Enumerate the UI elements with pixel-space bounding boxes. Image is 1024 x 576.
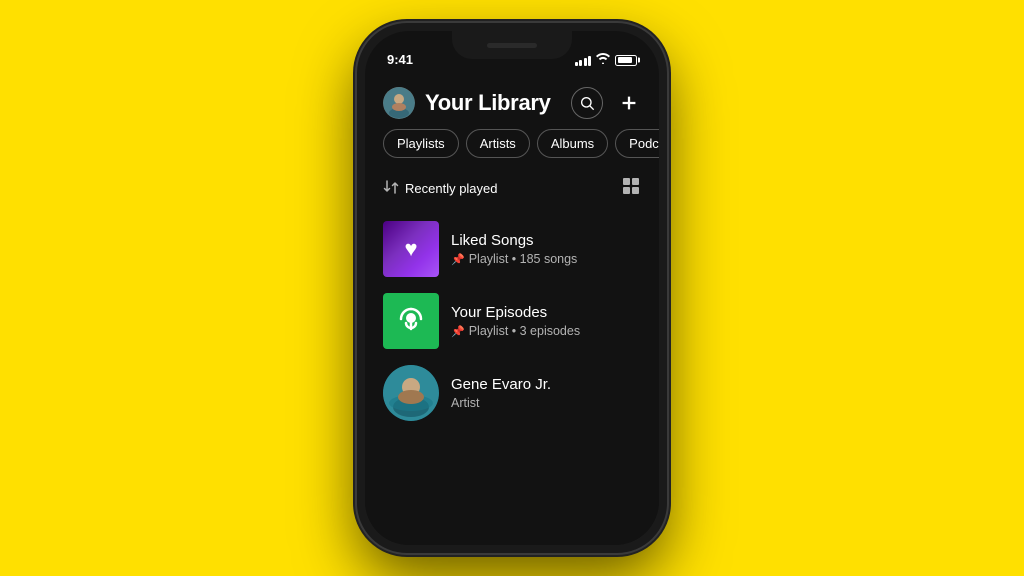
gene-evaro-info: Gene Evaro Jr. Artist (451, 376, 641, 410)
liked-songs-pin-icon: 📌 (451, 253, 465, 266)
sort-label: Recently played (405, 181, 498, 196)
liked-songs-subtitle: 📌 Playlist • 185 songs (451, 252, 641, 266)
gene-evaro-title: Gene Evaro Jr. (451, 376, 641, 393)
episodes-info: Your Episodes 📌 Playlist • 3 episodes (451, 304, 641, 338)
liked-songs-info: Liked Songs 📌 Playlist • 185 songs (451, 232, 641, 266)
sort-button[interactable]: Recently played (383, 180, 498, 197)
filter-row: Playlists Artists Albums Podcasts & Sho (365, 129, 659, 172)
app-background: 9:41 (0, 0, 1024, 576)
liked-songs-thumbnail: ♥ (383, 221, 439, 277)
avatar[interactable] (383, 87, 415, 119)
notch (452, 31, 572, 59)
status-icons (575, 53, 638, 69)
podcast-icon (396, 303, 426, 339)
library-header: Your Library (365, 75, 659, 129)
filter-chip-podcasts[interactable]: Podcasts & Sho (615, 129, 659, 158)
episodes-thumbnail (383, 293, 439, 349)
sort-row: Recently played (365, 172, 659, 213)
filter-chip-artists[interactable]: Artists (466, 129, 530, 158)
list-item-liked-songs[interactable]: ♥ Liked Songs 📌 Playlist • 185 songs (365, 213, 659, 285)
power-button[interactable] (667, 143, 670, 203)
page-title: Your Library (425, 90, 551, 116)
header-actions (571, 87, 641, 119)
wifi-icon (596, 53, 610, 67)
header-left: Your Library (383, 87, 551, 119)
episodes-title: Your Episodes (451, 304, 641, 321)
status-time: 9:41 (387, 52, 413, 69)
filter-chip-playlists[interactable]: Playlists (383, 129, 459, 158)
add-button[interactable] (617, 91, 641, 115)
content-area: Your Library (365, 75, 659, 545)
heart-icon: ♥ (404, 236, 417, 262)
phone-inner: 9:41 (365, 31, 659, 545)
search-button[interactable] (571, 87, 603, 119)
gene-evaro-subtitle: Artist (451, 396, 641, 410)
grid-toggle-button[interactable] (621, 176, 641, 201)
speaker (487, 43, 537, 48)
list-item-gene-evaro[interactable]: Gene Evaro Jr. Artist (365, 357, 659, 429)
battery-icon (615, 55, 637, 66)
liked-songs-title: Liked Songs (451, 232, 641, 249)
list-item-your-episodes[interactable]: Your Episodes 📌 Playlist • 3 episodes (365, 285, 659, 357)
signal-icon (575, 54, 592, 66)
sort-arrows-icon (383, 180, 399, 197)
gene-evaro-thumbnail (383, 365, 439, 421)
episodes-subtitle: 📌 Playlist • 3 episodes (451, 324, 641, 338)
filter-chip-albums[interactable]: Albums (537, 129, 608, 158)
phone-wrapper: 9:41 (357, 23, 667, 553)
episodes-pin-icon: 📌 (451, 325, 465, 338)
